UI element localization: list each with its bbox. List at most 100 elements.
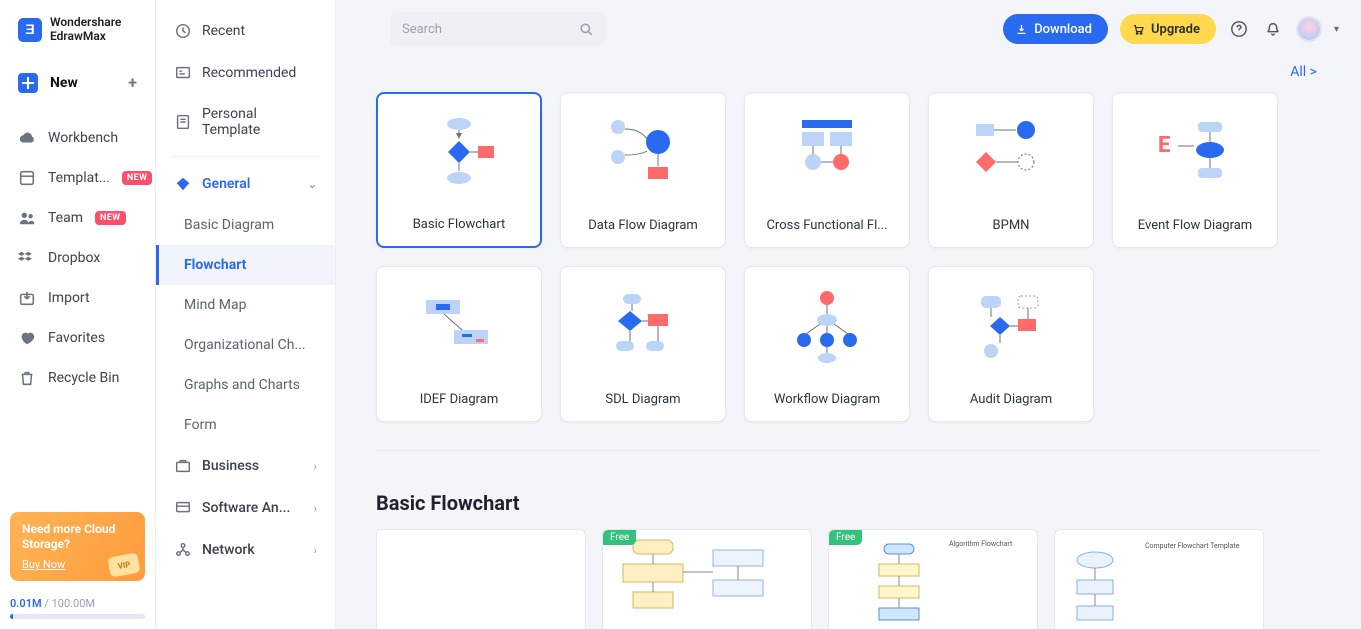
sec-sub-mindmap[interactable]: Mind Map — [156, 285, 335, 325]
tag-icon — [174, 175, 192, 193]
clock-icon — [174, 22, 192, 40]
bell-icon[interactable] — [1262, 18, 1284, 40]
nav-dropbox[interactable]: Dropbox — [0, 238, 155, 278]
sec-label: Recommended — [202, 65, 296, 81]
sec-sub-form[interactable]: Form — [156, 405, 335, 445]
template-card-3[interactable]: Computer Flowchart Template — [1054, 529, 1264, 629]
topbar-right: Download Upgrade ▾ — [1003, 14, 1339, 44]
svg-text:Algorithm Flowchart: Algorithm Flowchart — [949, 540, 1013, 548]
card-label: Cross Functional Fl... — [745, 210, 909, 247]
card-eventflow[interactable]: E Event Flow Diagram — [1112, 92, 1278, 248]
nav-new[interactable]: New + — [0, 62, 155, 104]
dropbox-icon — [18, 249, 36, 267]
template-icon — [18, 169, 36, 187]
nav-new-label: New — [50, 75, 78, 91]
search-icon[interactable] — [579, 22, 594, 37]
trash-icon — [18, 369, 36, 387]
all-link[interactable]: All > — [376, 58, 1321, 92]
card-label: Workflow Diagram — [745, 384, 909, 421]
upgrade-label: Upgrade — [1151, 22, 1200, 37]
sec-recent[interactable]: Recent — [156, 10, 335, 52]
storage-promo[interactable]: Need more Cloud Storage? Buy Now VIP — [10, 512, 145, 581]
nav-templates[interactable]: Templat... NEW — [0, 158, 155, 198]
card-dataflow[interactable]: Data Flow Diagram — [560, 92, 726, 248]
storage-meter: 0.01M / 100.00M — [0, 591, 155, 629]
caret-down-icon[interactable]: ▾ — [1334, 24, 1339, 35]
thumb-bpmn — [929, 93, 1093, 210]
software-icon — [174, 499, 192, 517]
template-card-1[interactable]: Free — [602, 529, 812, 629]
card-basic-flowchart[interactable]: Basic Flowchart — [376, 92, 542, 248]
thumb-eventflow: E — [1113, 93, 1277, 210]
card-label: IDEF Diagram — [377, 384, 541, 421]
sec-sub-flowchart[interactable]: Flowchart — [156, 245, 335, 285]
nav-label: Import — [48, 290, 90, 306]
thumb-workflow — [745, 267, 909, 384]
chevron-down-icon: ⌄ — [308, 178, 317, 191]
personal-template-icon — [174, 113, 192, 131]
template-card-blank[interactable] — [376, 529, 586, 629]
card-label: SDL Diagram — [561, 384, 725, 421]
sec-general[interactable]: General ⌄ — [156, 163, 335, 205]
sec-label: Software An... — [202, 500, 290, 516]
card-idef[interactable]: IDEF Diagram — [376, 266, 542, 422]
free-tag: Free — [829, 530, 862, 545]
divider — [376, 450, 1321, 451]
cloud-icon — [18, 129, 36, 147]
free-tag: Free — [603, 530, 636, 545]
thumb-basic-flowchart — [378, 94, 540, 209]
recommend-icon — [174, 64, 192, 82]
logo-text: Wondershare EdrawMax — [50, 16, 121, 44]
card-bpmn[interactable]: BPMN — [928, 92, 1094, 248]
team-icon — [18, 209, 36, 227]
sec-personal-template[interactable]: Personal Template — [156, 94, 335, 150]
logo-icon: Ǝ — [18, 18, 42, 42]
storage-bar — [10, 614, 145, 619]
sec-recommended[interactable]: Recommended — [156, 52, 335, 94]
app-logo: Ǝ Wondershare EdrawMax — [0, 0, 155, 62]
nav-label: Templat... — [48, 170, 110, 186]
avatar[interactable] — [1296, 16, 1322, 42]
thumb-idef — [377, 267, 541, 384]
download-button[interactable]: Download — [1003, 14, 1108, 44]
nav-favorites[interactable]: Favorites — [0, 318, 155, 358]
nav-workbench[interactable]: Workbench — [0, 118, 155, 158]
template-row: Free Free Algorithm Flowchart Computer F… — [376, 529, 1321, 629]
download-icon — [1015, 23, 1028, 36]
sec-network[interactable]: Network › — [156, 529, 335, 571]
svg-text:Computer Flowchart Template: Computer Flowchart Template — [1145, 542, 1240, 550]
sec-label: Personal Template — [202, 106, 317, 138]
upgrade-button[interactable]: Upgrade — [1120, 14, 1216, 44]
sec-business[interactable]: Business › — [156, 445, 335, 487]
sec-label: Business — [202, 458, 259, 474]
sec-sub-orgchart[interactable]: Organizational Ch... — [156, 325, 335, 365]
sec-label: General — [202, 176, 250, 192]
heart-icon — [18, 329, 36, 347]
template-card-2[interactable]: Free Algorithm Flowchart — [828, 529, 1038, 629]
cart-icon — [1132, 23, 1145, 36]
card-audit[interactable]: Audit Diagram — [928, 266, 1094, 422]
card-label: Event Flow Diagram — [1113, 210, 1277, 247]
plus-tail-icon[interactable]: + — [128, 73, 137, 92]
card-workflow[interactable]: Workflow Diagram — [744, 266, 910, 422]
svg-text:E: E — [1158, 133, 1170, 158]
nav-label: Dropbox — [48, 250, 100, 266]
search-input[interactable]: Search — [390, 12, 606, 46]
storage-used: 0.01M — [10, 597, 42, 610]
help-icon[interactable] — [1228, 18, 1250, 40]
sec-sub-basic-diagram[interactable]: Basic Diagram — [156, 205, 335, 245]
sec-sub-graphs[interactable]: Graphs and Charts — [156, 365, 335, 405]
nav-recycle[interactable]: Recycle Bin — [0, 358, 155, 398]
sec-software[interactable]: Software An... › — [156, 487, 335, 529]
download-label: Download — [1034, 22, 1092, 37]
nav-label: Recycle Bin — [48, 370, 119, 386]
nav-label: Team — [48, 210, 83, 226]
business-icon — [174, 457, 192, 475]
nav-team[interactable]: Team NEW — [0, 198, 155, 238]
card-crossfunctional[interactable]: Cross Functional Fl... — [744, 92, 910, 248]
card-label: BPMN — [929, 210, 1093, 247]
chevron-right-icon: › — [314, 502, 317, 515]
card-sdl[interactable]: SDL Diagram — [560, 266, 726, 422]
nav-label: Favorites — [48, 330, 105, 346]
nav-import[interactable]: Import — [0, 278, 155, 318]
